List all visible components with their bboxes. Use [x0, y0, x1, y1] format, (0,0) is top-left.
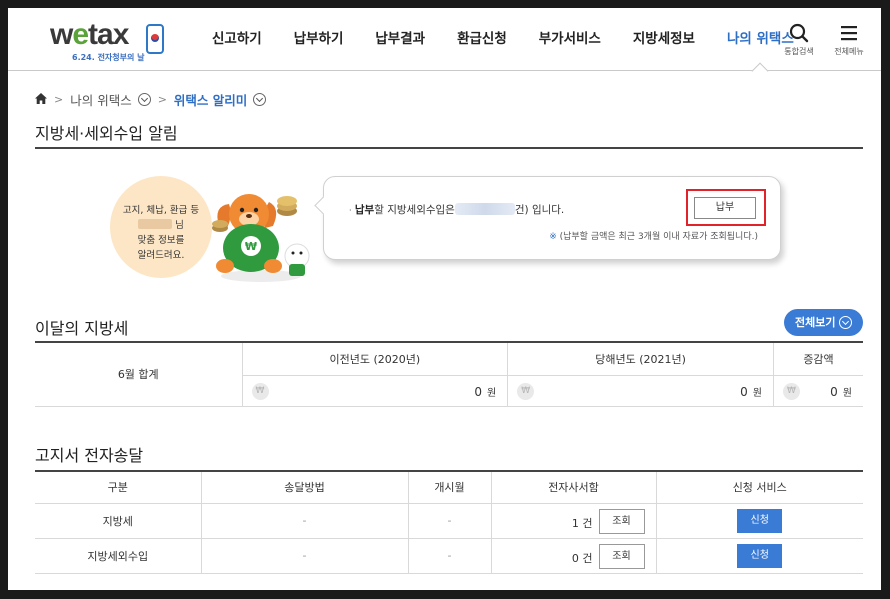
mascot-illustration: ₩ — [212, 194, 310, 282]
breadcrumb-current[interactable]: 위택스 알리미 — [174, 90, 247, 109]
nav-extra-services[interactable]: 부가서비스 — [523, 8, 617, 71]
pay-button[interactable]: 납부 — [694, 197, 756, 219]
cell-method: - — [200, 537, 409, 574]
logo-tagline: 6.24. 전자청부의 날 — [72, 53, 145, 62]
payment-notice-text: · 납부할 지방세외수입은 건) 입니다. — [349, 203, 565, 216]
wetax-logo[interactable]: wetax 6.24. 전자청부의 날 — [50, 18, 190, 64]
amount-cell-prev-year: ₩ 0원 — [241, 374, 509, 407]
greeting-line: 고지, 체납, 환급 등 — [122, 205, 200, 216]
cell-apply: 신청 — [655, 537, 863, 574]
svg-text:₩: ₩ — [245, 240, 257, 253]
delivery-section-title: 고지서 전자송달 — [35, 446, 144, 465]
view-button[interactable]: 조회 — [598, 543, 645, 569]
masked-value — [454, 203, 515, 215]
col-header-prev-year: 이전년도 (2020년) — [241, 343, 509, 376]
logo-wordmark: wetax — [50, 18, 129, 51]
cell-mailbox: 1 건 조회 — [490, 502, 657, 539]
breadcrumb: > 나의 위택스 > 위택스 알리미 — [35, 90, 267, 109]
amount-value: 0 — [474, 384, 483, 399]
cell-type: 지방세외수입 — [35, 537, 202, 574]
delivery-table: 구분 송달방법 개시월 전자사서함 신청 서비스 지방세 - - 1 건 조회 … — [35, 472, 863, 574]
col-header-mailbox: 전자사서함 — [490, 472, 657, 504]
chevron-right-icon: > — [157, 92, 167, 106]
integrated-search-button[interactable]: 통합검색 — [777, 22, 821, 57]
col-header-curr-year: 당해년도 (2021년) — [507, 343, 774, 376]
greeting-line: 님 — [110, 218, 212, 233]
amount-unit: 원 — [752, 387, 762, 399]
col-header-change: 증감액 — [773, 343, 863, 376]
nav-pay[interactable]: 납부하기 — [278, 8, 360, 71]
nav-refund[interactable]: 환급신청 — [441, 8, 523, 71]
amount-cell-curr-year: ₩ 0원 — [507, 374, 774, 407]
greeting-line: 알려드려요. — [137, 250, 185, 261]
table-row: 지방세외수입 - - 0 건 조회 신청 — [35, 537, 863, 574]
phone-icon — [146, 24, 164, 54]
won-icon: ₩ — [251, 382, 269, 400]
payment-notice-note: ※ (납부할 금액은 최근 3개월 이내 자료가 조회됩니다.) — [549, 232, 758, 242]
main-nav: 신고하기 납부하기 납부결과 환급신청 부가서비스 지방세정보 나의 위택스 — [196, 8, 810, 71]
cell-start-month: - — [407, 502, 492, 539]
cell-method: - — [200, 502, 409, 539]
breadcrumb-my-wetax[interactable]: 나의 위택스 — [70, 90, 131, 109]
amount-value: 0 — [830, 384, 838, 399]
section-divider — [35, 147, 863, 149]
view-all-button[interactable]: 전체보기 — [784, 309, 863, 336]
amount-cell-change: ₩ 0원 — [773, 374, 863, 407]
amount-unit: 원 — [842, 387, 852, 399]
mailbox-count: 0 건 — [571, 551, 593, 565]
col-header-apply-service: 신청 서비스 — [655, 472, 863, 504]
hamburger-icon — [827, 22, 871, 44]
view-button[interactable]: 조회 — [598, 508, 645, 534]
app-window: wetax 6.24. 전자청부의 날 신고하기 납부하기 납부결과 환급신청 … — [8, 8, 881, 590]
this-month-section-title: 이달의 지방세 — [35, 319, 129, 338]
menu-caption: 전체메뉴 — [834, 47, 864, 56]
col-header-method: 송달방법 — [200, 472, 409, 504]
cell-mailbox: 0 건 조회 — [490, 537, 657, 574]
mailbox-count: 1 건 — [571, 516, 593, 530]
cell-apply: 신청 — [655, 502, 863, 539]
all-menu-button[interactable]: 전체메뉴 — [827, 22, 871, 57]
won-icon: ₩ — [517, 382, 535, 400]
row-label-june-total: 6월 합계 — [35, 343, 243, 407]
col-header-type: 구분 — [35, 472, 202, 504]
view-all-label: 전체보기 — [795, 316, 836, 329]
search-icon — [777, 22, 821, 44]
won-icon: ₩ — [783, 382, 800, 400]
amount-unit: 원 — [487, 387, 497, 399]
nav-file-report[interactable]: 신고하기 — [196, 8, 278, 71]
greeting-bubble: 고지, 체납, 환급 등 님 맞춤 정보를 알려드려요. — [110, 176, 212, 278]
greeting-line: 맞춤 정보를 — [137, 235, 185, 246]
chevron-down-icon[interactable] — [253, 92, 267, 106]
nav-pay-result[interactable]: 납부결과 — [359, 8, 441, 71]
payment-notice-box: · 납부할 지방세외수입은 건) 입니다. ※ (납부할 금액은 최근 3개월 이… — [323, 176, 781, 260]
chevron-right-icon: > — [54, 92, 64, 106]
nav-local-tax-info[interactable]: 지방세정보 — [617, 8, 711, 71]
cell-type: 지방세 — [35, 502, 202, 539]
cell-start-month: - — [407, 537, 492, 574]
amount-value: 0 — [740, 384, 748, 399]
table-row: 지방세 - - 1 건 조회 신청 — [35, 502, 863, 539]
chevron-down-icon[interactable] — [137, 92, 151, 106]
search-caption: 통합검색 — [784, 47, 814, 56]
site-header: wetax 6.24. 전자청부의 날 신고하기 납부하기 납부결과 환급신청 … — [8, 8, 881, 71]
notice-section-title: 지방세·세외수입 알림 — [35, 124, 178, 143]
col-header-start-month: 개시월 — [407, 472, 492, 504]
this-month-tax-table: 6월 합계 이전년도 (2020년) 당해년도 (2021년) 증감액 ₩ 0원… — [35, 343, 863, 407]
apply-button[interactable]: 신청 — [737, 508, 783, 533]
apply-button[interactable]: 신청 — [737, 543, 783, 568]
chevron-down-circle-icon — [839, 316, 852, 329]
pay-button-highlight: 납부 — [686, 189, 766, 226]
home-icon[interactable] — [35, 92, 47, 107]
